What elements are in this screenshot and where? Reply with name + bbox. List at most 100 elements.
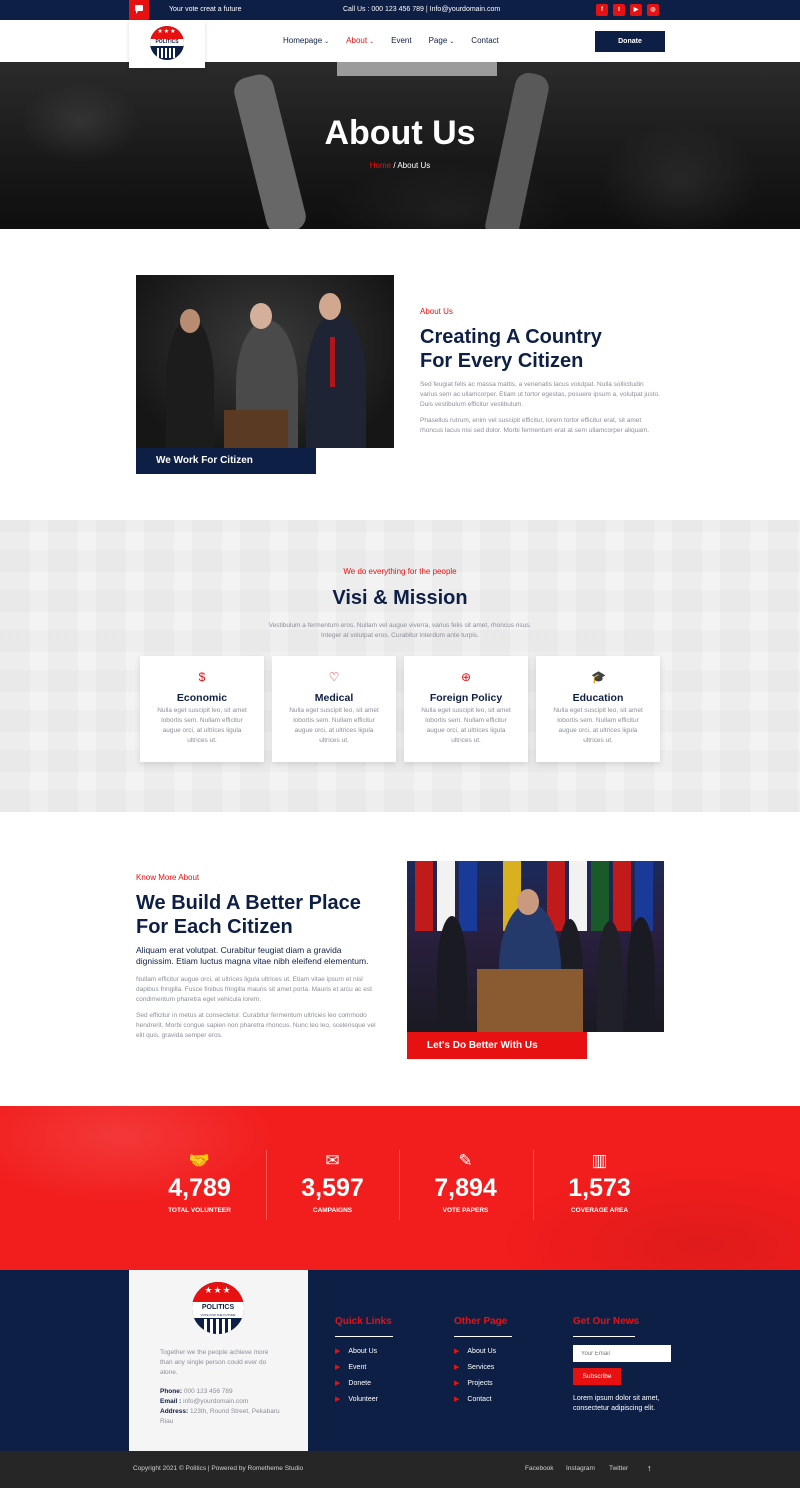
footer-link-event[interactable]: ▶ Event	[335, 1363, 366, 1371]
about-eyebrow: About Us	[420, 307, 453, 316]
handshake-icon: 🤝	[188, 1151, 211, 1170]
paper-pen-icon: ✎	[458, 1151, 473, 1170]
breadcrumb-home[interactable]: Home	[370, 161, 391, 170]
page-title: About Us	[324, 114, 476, 152]
caret-right-icon: ▶	[454, 1364, 460, 1371]
caret-right-icon: ▶	[454, 1348, 460, 1355]
card-text: Nulla eget suscipit leo, sit amet lobort…	[289, 707, 379, 744]
instagram-icon[interactable]: ◎	[647, 4, 659, 16]
card-title: Foreign Policy	[429, 692, 503, 704]
youtube-icon[interactable]: ▶	[630, 4, 642, 16]
nav-item-page[interactable]: Page ⌄	[429, 36, 455, 45]
site-logo[interactable]: ★★★ POLITICS	[129, 20, 205, 68]
about-caption: We Work For Citizen	[136, 448, 316, 474]
stat-label: COVERAGE AREA	[570, 1207, 629, 1214]
footer-logo[interactable]: ★★★ POLITICS VOTE FOR THE FUTURE	[192, 1282, 244, 1334]
caret-right-icon: ▶	[335, 1364, 341, 1371]
card-foreign-policy: ⊕ Foreign Policy Nulla eget suscipit leo…	[404, 656, 528, 762]
stat-value: 1,573	[568, 1174, 631, 1202]
bottom-bar: Copyright 2021 © Politics | Powered by R…	[0, 1451, 800, 1488]
footer-link-donate[interactable]: ▶ Donete	[335, 1379, 371, 1387]
envelope-icon: ✉	[325, 1151, 340, 1170]
footer-about-text: Together we the people achieve more than…	[160, 1349, 269, 1376]
newsletter-title: Get Our News	[573, 1316, 640, 1327]
card-title: Medical	[314, 692, 354, 704]
chevron-down-icon: ⌄	[324, 39, 330, 45]
card-text: Nulla eget suscipit leo, sit amet lobort…	[157, 707, 247, 744]
stat-value: 3,597	[301, 1174, 364, 1202]
build-title: We Build A Better Place For Each Citizen	[136, 892, 361, 938]
about-title: Creating A Country For Every Citizen	[420, 326, 602, 372]
footer	[0, 1270, 800, 1451]
newsletter-text: Lorem ipsum dolor sit amet, consectetur …	[573, 1395, 660, 1412]
caret-right-icon: ▶	[335, 1396, 341, 1403]
contact-info: Call Us : 000 123 456 789 | Info@yourdom…	[343, 6, 501, 13]
stat-coverage: ▥ 1,573 COVERAGE AREA	[533, 1150, 666, 1214]
about-paragraph-2: Phasellus rutrum, enim vel suscipit effi…	[420, 417, 650, 434]
bottom-link-facebook[interactable]: Facebook	[525, 1465, 554, 1472]
caret-right-icon: ▶	[335, 1380, 341, 1387]
footer-link-volunteer[interactable]: ▶ Volunteer	[335, 1395, 378, 1403]
stat-value: 7,894	[434, 1174, 497, 1202]
breadcrumb-current: About Us	[397, 161, 431, 170]
caret-right-icon: ▶	[454, 1380, 460, 1387]
footer-link-contact[interactable]: ▶ Contact	[454, 1395, 492, 1403]
facebook-icon[interactable]: f	[596, 4, 608, 16]
bottom-link-twitter[interactable]: Twitter	[609, 1465, 628, 1472]
buildings-icon: ▥	[591, 1151, 608, 1170]
divider	[454, 1336, 512, 1337]
card-title: Economic	[176, 692, 228, 704]
footer-link-about[interactable]: ▶ About Us	[335, 1347, 377, 1355]
logo-badge: ★★★ POLITICS	[150, 26, 184, 60]
chevron-down-icon: ⌄	[369, 39, 375, 45]
caret-right-icon: ▶	[454, 1396, 460, 1403]
subscribe-button[interactable]: Subscribe	[573, 1368, 621, 1385]
build-paragraph-2: Sed efficitur in metus at consectetur. C…	[136, 1012, 376, 1039]
message-icon[interactable]	[129, 0, 149, 20]
arrow-up-icon[interactable]: ↑	[647, 1463, 652, 1473]
chevron-down-icon: ⌄	[449, 39, 455, 45]
page-hero: About Us Home / About Us	[0, 62, 800, 229]
footer-contact-info: Phone: 000 123 456 789 Email : info@your…	[160, 1388, 280, 1425]
nav-item-event[interactable]: Event	[391, 36, 411, 45]
conference-photo	[407, 861, 664, 1032]
divider	[335, 1336, 393, 1337]
nav-item-contact[interactable]: Contact	[471, 36, 499, 45]
build-lead: Aliquam erat volutpat. Curabitur feugiat…	[136, 945, 369, 966]
card-title: Education	[572, 692, 624, 704]
nav-item-about[interactable]: About ⌄	[346, 36, 374, 45]
vision-title: Visi & Mission	[332, 587, 468, 609]
quick-links-title: Quick Links	[335, 1316, 392, 1327]
footer-link-services[interactable]: ▶ Services	[454, 1363, 494, 1371]
footer-link-projects[interactable]: ▶ Projects	[454, 1379, 493, 1387]
footer-link-about-us[interactable]: ▶ About Us	[454, 1347, 496, 1355]
card-text: Nulla eget suscipit leo, sit amet lobort…	[553, 707, 643, 744]
stat-label: VOTE PAPERS	[442, 1207, 489, 1214]
stat-vote-papers: ✎ 7,894 VOTE PAPERS	[399, 1150, 532, 1214]
card-education: 🎓 Education Nulla eget suscipit leo, sit…	[536, 656, 660, 762]
copyright: Copyright 2021 © Politics | Powered by R…	[133, 1465, 304, 1472]
card-text: Nulla eget suscipit leo, sit amet lobort…	[421, 707, 511, 744]
newsletter-email-input[interactable]	[573, 1345, 671, 1362]
card-medical: ♡ Medical Nulla eget suscipit leo, sit a…	[272, 656, 396, 762]
donate-button[interactable]: Donate	[595, 31, 665, 52]
money-hand-icon: $	[198, 670, 206, 684]
stat-label: TOTAL VOLUNTEER	[168, 1207, 231, 1214]
bottom-link-instagram[interactable]: Instagram	[566, 1465, 595, 1472]
build-caption: Let's Do Better With Us	[407, 1032, 587, 1059]
breadcrumb: Home / About Us	[369, 161, 431, 170]
heartbeat-icon: ♡	[328, 670, 340, 684]
build-eyebrow: Know More About	[136, 873, 200, 882]
social-links: f t ▶ ◎	[596, 4, 659, 16]
nav-item-homepage[interactable]: Homepage ⌄	[283, 36, 329, 45]
globe-icon: ⊕	[460, 670, 472, 684]
about-paragraph-1: Sed feugiat felis ac massa mattis, a ven…	[420, 381, 660, 408]
graduation-cap-icon: 🎓	[591, 670, 606, 684]
twitter-icon[interactable]: t	[613, 4, 625, 16]
divider	[573, 1336, 635, 1337]
politicians-photo	[136, 275, 394, 448]
stat-label: CAMPAIGNS	[312, 1207, 353, 1214]
other-page-title: Other Page	[454, 1316, 508, 1327]
stat-value: 4,789	[168, 1174, 231, 1202]
top-bar: Your vote creat a future Call Us : 000 1…	[0, 0, 800, 20]
